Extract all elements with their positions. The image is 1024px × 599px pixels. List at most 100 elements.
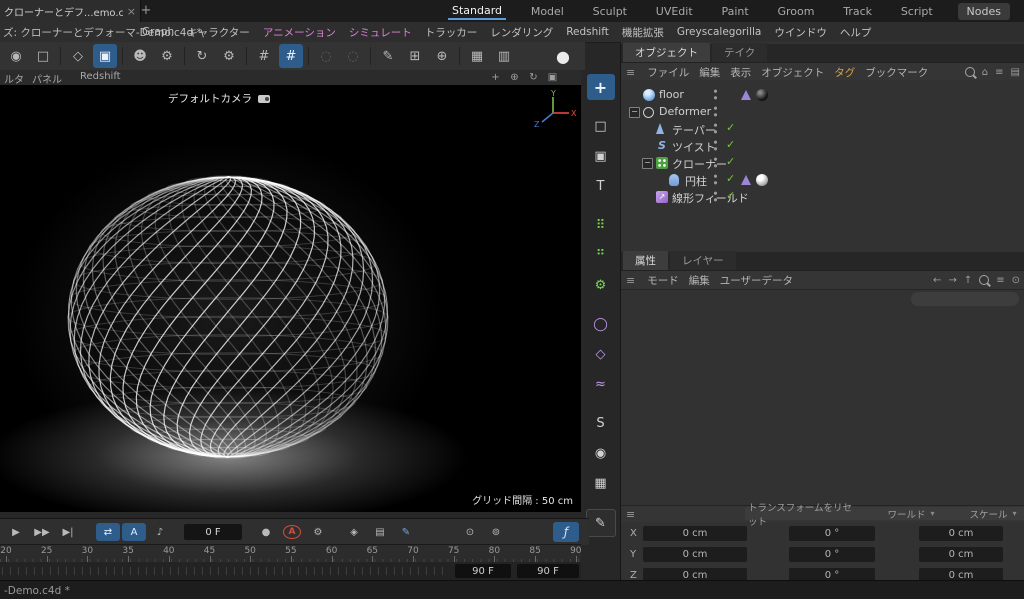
enabled-check-icon[interactable]: ✓ <box>726 155 735 168</box>
visibility-dots[interactable] <box>713 191 718 202</box>
filter-icon[interactable]: ≡ <box>996 275 1004 286</box>
menu-item-2[interactable]: アニメーション <box>263 25 336 40</box>
search-icon[interactable] <box>965 67 975 77</box>
object-label[interactable]: ツイスト <box>672 139 716 155</box>
layout-tab-uvedit[interactable]: UVEdit <box>652 3 697 20</box>
pan-icon[interactable]: + <box>489 72 502 83</box>
layout-tab-nodes[interactable]: Nodes <box>958 3 1010 20</box>
enabled-check-icon[interactable]: ✓ <box>726 172 735 185</box>
visibility-dots[interactable] <box>713 89 718 100</box>
simulation-settings[interactable]: ⚙ <box>217 44 241 68</box>
panel-menu-icon[interactable]: ≡ <box>626 508 635 521</box>
matrix-button[interactable]: ⠛ <box>587 242 615 268</box>
tree-row-Deformer[interactable]: − Deformer <box>621 103 1024 120</box>
render-settings-button[interactable]: ▥ <box>492 44 516 68</box>
om-menu-2[interactable]: 表示 <box>730 65 751 80</box>
expander-icon[interactable]: − <box>629 107 640 118</box>
visibility-dots[interactable] <box>713 106 718 117</box>
panel-menu-icon[interactable]: ≡ <box>626 274 635 287</box>
layout-tab-model[interactable]: Model <box>527 3 568 20</box>
sphere-field-button[interactable]: ◯ <box>587 311 615 337</box>
loop-toggle[interactable]: ⇄ <box>96 523 120 541</box>
om-menu-1[interactable]: 編集 <box>699 65 720 80</box>
scale-mode-dropdown[interactable]: スケール ▾ <box>959 507 1024 520</box>
home-icon[interactable]: ⌂ <box>982 67 988 78</box>
menu-item-3[interactable]: シミュレート <box>349 25 412 40</box>
motion-clip-button[interactable]: ⊙ <box>458 523 482 541</box>
material-sphere[interactable]: ● <box>551 44 575 68</box>
keying-pen-button[interactable]: ✎ <box>394 523 418 541</box>
tab-takes[interactable]: テイク <box>712 43 767 62</box>
record-button[interactable]: ● <box>254 523 278 541</box>
layout-tab-standard[interactable]: Standard <box>448 2 506 20</box>
menu-item-5[interactable]: レンダリング <box>490 25 553 40</box>
timeline-ruler[interactable]: 202530354045505560657075808590 <box>0 544 581 563</box>
at-menu-2[interactable]: ユーザーデータ <box>720 273 793 288</box>
tab-redshift[interactable]: Redshift <box>80 71 121 82</box>
menu-item-10[interactable]: ヘルプ <box>840 25 872 40</box>
enabled-check-icon[interactable]: ✓ <box>726 189 735 202</box>
move-tool[interactable]: + <box>587 74 615 100</box>
cube-object-button[interactable]: ▣ <box>587 143 615 169</box>
keyframe-selection-button[interactable]: ◈ <box>342 523 366 541</box>
viewport[interactable]: デフォルトカメラ YXZ グリッド間隔 : 50 cm <box>0 85 581 512</box>
coord-input-X-1[interactable]: 0 ° <box>789 526 875 541</box>
reset-transform-button[interactable]: トランスフォームをリセット <box>745 507 863 520</box>
phong-tag-icon[interactable] <box>741 90 751 100</box>
object-label[interactable]: Deformer <box>659 105 711 118</box>
at-menu-1[interactable]: 編集 <box>689 273 710 288</box>
audio-toggle[interactable]: ♪ <box>148 523 172 541</box>
layout-tab-track[interactable]: Track <box>839 3 876 20</box>
back-icon[interactable]: ← <box>933 275 941 286</box>
object-label[interactable]: クローナー <box>672 156 727 172</box>
tab-panel[interactable]: パネル <box>32 71 62 86</box>
menu-item-4[interactable]: トラッカー <box>425 25 478 40</box>
rectangle-selection-tool[interactable]: □ <box>31 44 55 68</box>
filter-icon[interactable]: ≡ <box>995 67 1003 78</box>
menu-item-0[interactable]: Graph <box>142 26 174 38</box>
maximize-icon[interactable]: ▣ <box>546 72 559 83</box>
stage-button[interactable]: ▦ <box>587 470 615 496</box>
tab-attributes[interactable]: 属性 <box>623 251 668 270</box>
live-selection-tool[interactable]: ◉ <box>4 44 28 68</box>
character-tool[interactable]: ☻ <box>128 44 152 68</box>
coord-input-X-2[interactable]: 0 cm <box>919 526 1003 541</box>
object-label[interactable]: 円柱 <box>685 173 707 189</box>
keying-settings-button[interactable]: ⚙ <box>306 523 330 541</box>
enabled-check-icon[interactable]: ✓ <box>726 121 735 134</box>
material-light-icon[interactable] <box>756 174 768 186</box>
character-settings[interactable]: ⚙ <box>155 44 179 68</box>
object-label[interactable]: floor <box>659 88 684 101</box>
close-icon[interactable]: × <box>127 5 136 18</box>
camera-label[interactable]: デフォルトカメラ <box>168 91 270 106</box>
visibility-dots[interactable] <box>713 174 718 185</box>
keyframe-mode-button[interactable]: ▤ <box>368 523 392 541</box>
expander-icon[interactable]: − <box>642 158 653 169</box>
rectangle-tool[interactable]: □ <box>587 113 615 139</box>
material-dark-icon[interactable] <box>756 89 768 101</box>
om-menu-0[interactable]: ファイル <box>647 65 689 80</box>
document-tab[interactable]: クローナーとデフ...emo.c4d * × <box>0 0 141 22</box>
visibility-dots[interactable] <box>713 123 718 134</box>
tree-row-円柱[interactable]: 円柱 ✓ <box>621 171 1024 188</box>
menu-item-7[interactable]: 機能拡張 <box>622 25 664 40</box>
layout-tab-sculpt[interactable]: Sculpt <box>589 3 631 20</box>
box-field-button[interactable]: ◇ <box>587 341 615 367</box>
goto-end-button[interactable]: ▶| <box>56 523 80 541</box>
current-frame-field[interactable]: 0 F <box>184 524 242 540</box>
tab-layers[interactable]: レイヤー <box>670 251 736 270</box>
at-menu-0[interactable]: モード <box>647 273 679 288</box>
menu-item-6[interactable]: Redshift <box>566 26 609 38</box>
layout-tab-groom[interactable]: Groom <box>773 3 818 20</box>
snap-toggle[interactable]: # <box>252 44 276 68</box>
attribute-search-input[interactable] <box>911 292 1019 306</box>
tree-row-テーパー[interactable]: テーパー✓ <box>621 120 1024 137</box>
menu-item-9[interactable]: ウインドウ <box>774 25 827 40</box>
tree-row-クローナー[interactable]: − クローナー✓ <box>621 154 1024 171</box>
coord-input-Y-2[interactable]: 0 cm <box>919 547 1003 562</box>
coord-input-Y-0[interactable]: 0 cm <box>643 547 747 562</box>
tree-row-ツイスト[interactable]: Sツイスト✓ <box>621 137 1024 154</box>
text-object-button[interactable]: T <box>587 173 615 199</box>
autokey-button[interactable]: A <box>283 525 301 539</box>
spline-button[interactable]: S <box>587 410 615 436</box>
